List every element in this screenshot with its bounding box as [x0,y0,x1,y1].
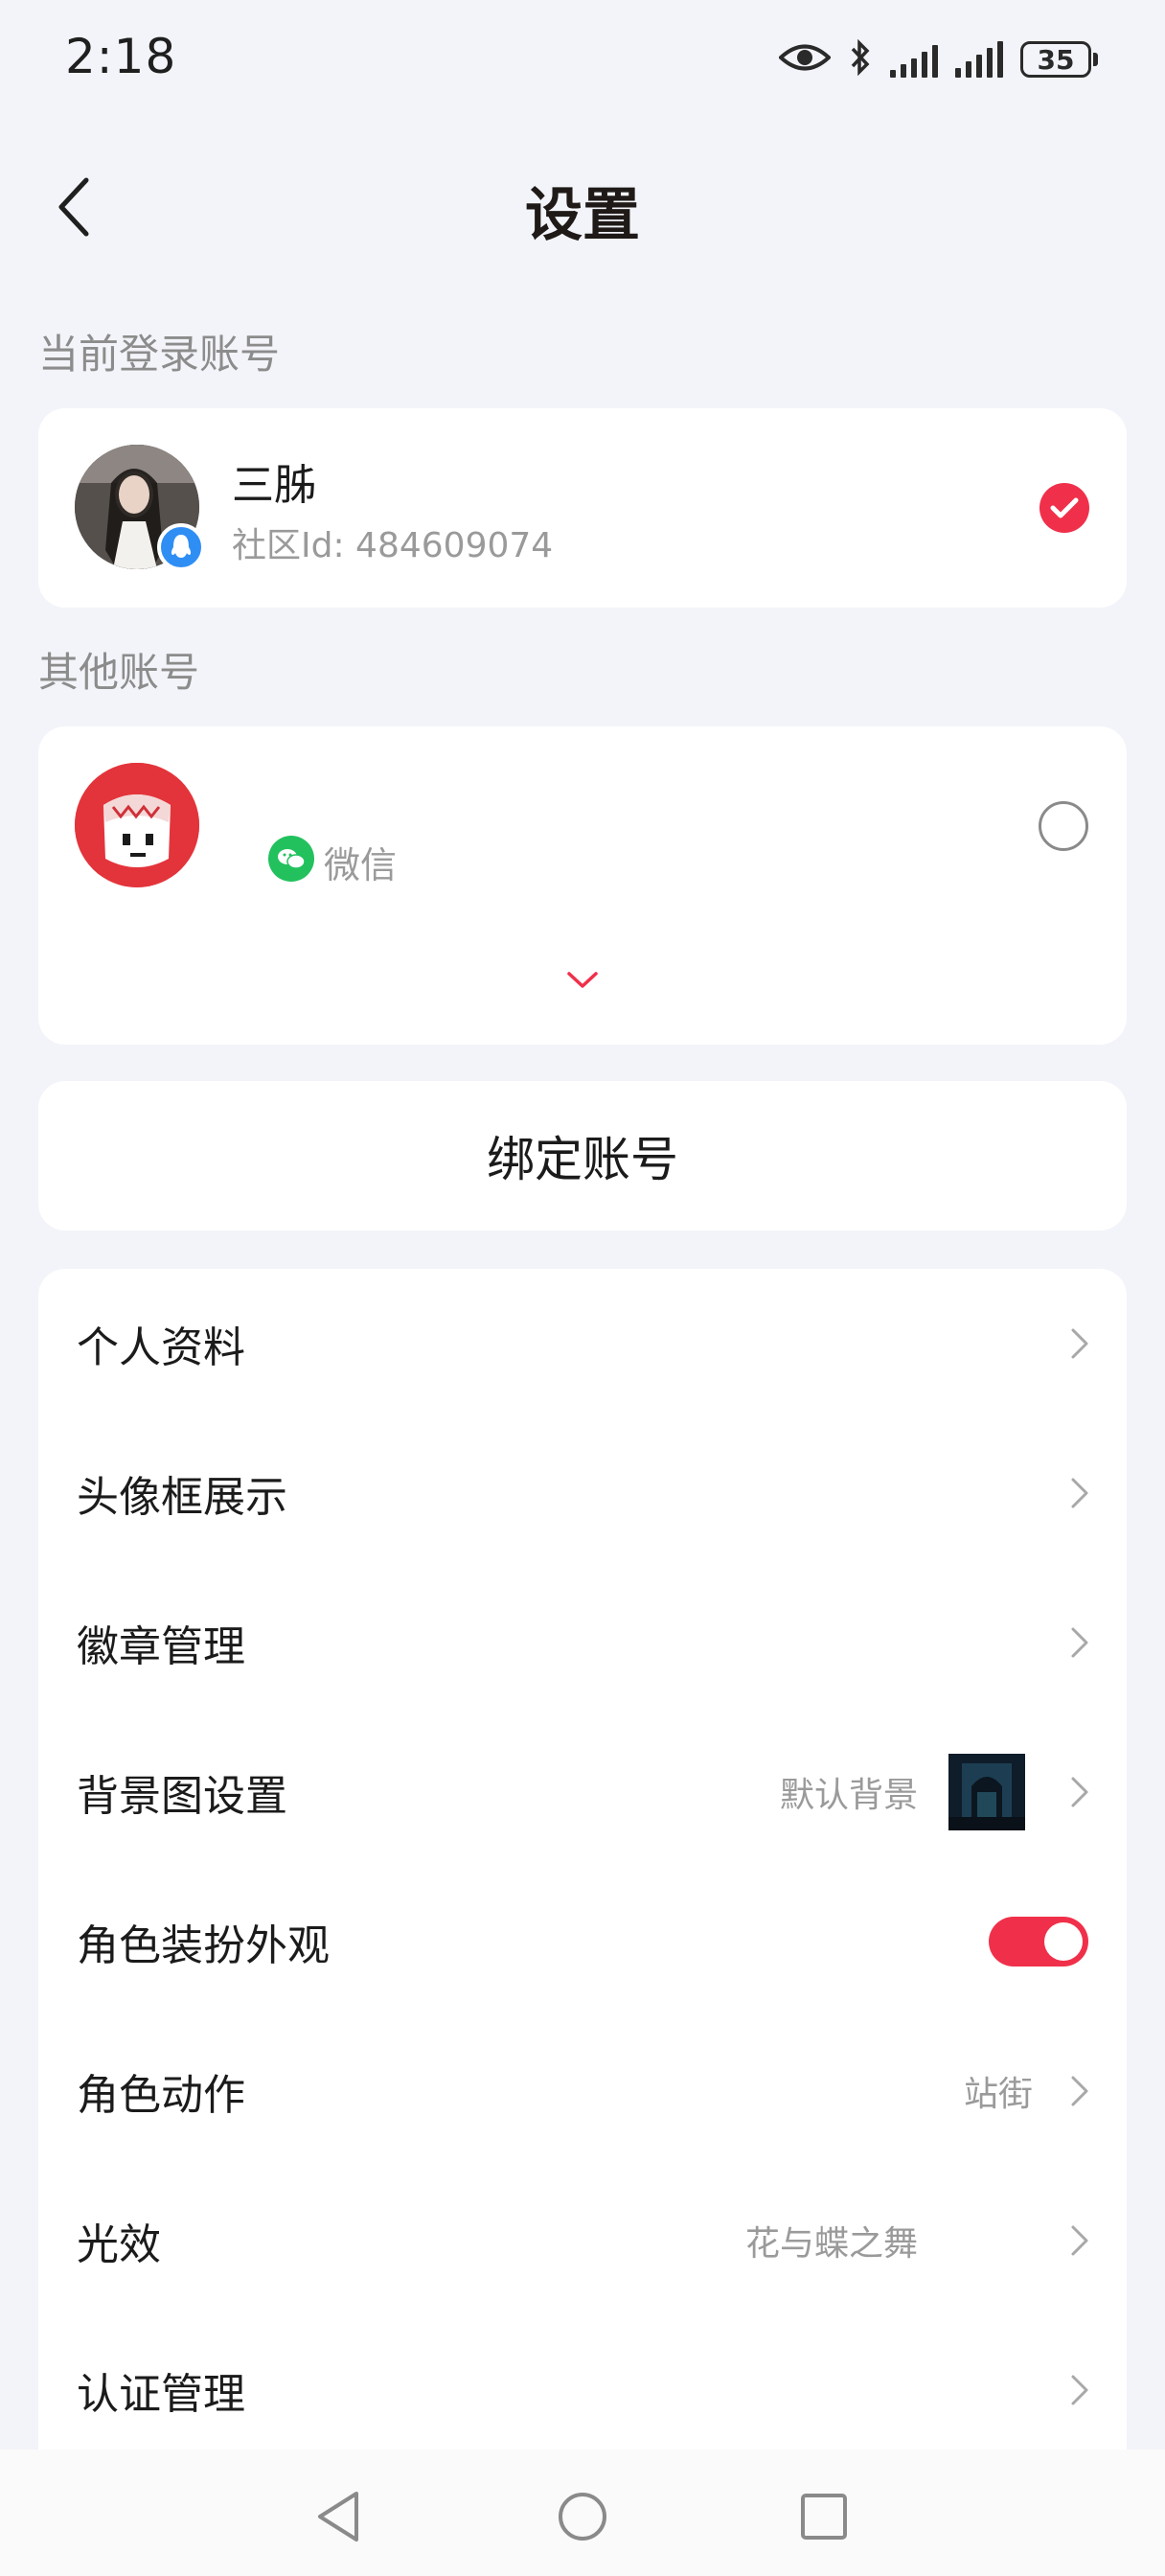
page-title: 设置 [525,182,640,249]
background-thumbnail [948,1754,1025,1830]
chevron-right-icon [1071,1777,1088,1807]
battery-icon: 35 [1020,41,1098,78]
other-accounts-label: 其他账号 [38,649,200,696]
square-recents-icon [801,2494,847,2540]
row-label: 角色动作 [77,2071,245,2120]
selected-check-icon[interactable] [1039,483,1089,533]
back-button[interactable] [46,169,103,245]
chevron-down-icon [567,972,598,988]
settings-card: 个人资料 头像框展示 徽章管理 背景图设置 默认背景 角色装扮外观 角色动作 站… [38,1269,1127,2515]
status-time: 2:18 [65,29,177,84]
nav-back-button[interactable] [301,2478,377,2555]
eye-icon [778,41,832,78]
row-label: 头像框展示 [77,1473,287,1522]
chevron-right-icon [1071,1627,1088,1658]
settings-row-light-effect[interactable]: 光效 花与蝶之舞 [38,2166,1127,2315]
row-label: 角色装扮外观 [77,1921,330,1970]
expand-button[interactable] [554,956,611,1004]
avatar [75,763,199,887]
circle-home-icon [559,2493,606,2541]
unselected-radio[interactable] [1039,801,1088,851]
bind-account-label: 绑定账号 [487,1132,678,1187]
row-value: 默认背景 [779,1776,918,1815]
account-name: 三胏 [232,461,316,510]
row-value: 站街 [963,2075,1033,2114]
nav-recents-button[interactable] [786,2478,862,2555]
platform-label: 微信 [324,844,398,886]
current-account-label: 当前登录账号 [38,331,281,378]
bluetooth-icon [848,38,873,80]
settings-row-verification[interactable]: 认证管理 [38,2315,1127,2465]
triangle-back-icon [318,2492,358,2542]
wechat-icon [268,836,314,882]
row-label: 认证管理 [77,2370,245,2419]
navigation-bar [0,2450,1165,2576]
settings-row-badges[interactable]: 徽章管理 [38,1568,1127,1717]
chevron-right-icon [1071,2076,1088,2106]
current-account-card[interactable]: 三胏 社区Id: 484609074 [38,408,1127,608]
settings-row-avatar-frame[interactable]: 头像框展示 [38,1418,1127,1568]
chevron-right-icon [1071,1328,1088,1359]
settings-row-action[interactable]: 角色动作 站街 [38,2016,1127,2166]
status-icons: 35 [778,31,1098,88]
signal-icon [890,41,938,78]
chevron-right-icon [1071,2225,1088,2256]
status-bar: 2:18 35 [0,0,1165,115]
signal-icon [955,41,1003,78]
settings-row-background[interactable]: 背景图设置 默认背景 [38,1717,1127,1867]
row-label: 个人资料 [77,1323,245,1372]
settings-row-appearance: 角色装扮外观 [38,1867,1127,2016]
settings-row-profile[interactable]: 个人资料 [38,1269,1127,1418]
row-label: 徽章管理 [77,1622,245,1671]
chevron-left-icon [58,177,89,237]
list-item[interactable]: 微信 [38,726,1127,918]
other-accounts-card: 微信 [38,726,1127,1045]
chevron-right-icon [1071,1478,1088,1508]
row-value: 花与蝶之舞 [744,2224,918,2264]
row-label: 背景图设置 [77,1772,287,1821]
row-label: 光效 [77,2220,161,2269]
chevron-right-icon [1071,2375,1088,2405]
nav-home-button[interactable] [544,2478,621,2555]
appearance-toggle[interactable] [989,1917,1088,1966]
account-id: 社区Id: 484609074 [232,526,554,565]
qq-badge-icon [157,523,205,571]
bind-account-button[interactable]: 绑定账号 [38,1081,1127,1230]
battery-level: 35 [1020,41,1091,78]
